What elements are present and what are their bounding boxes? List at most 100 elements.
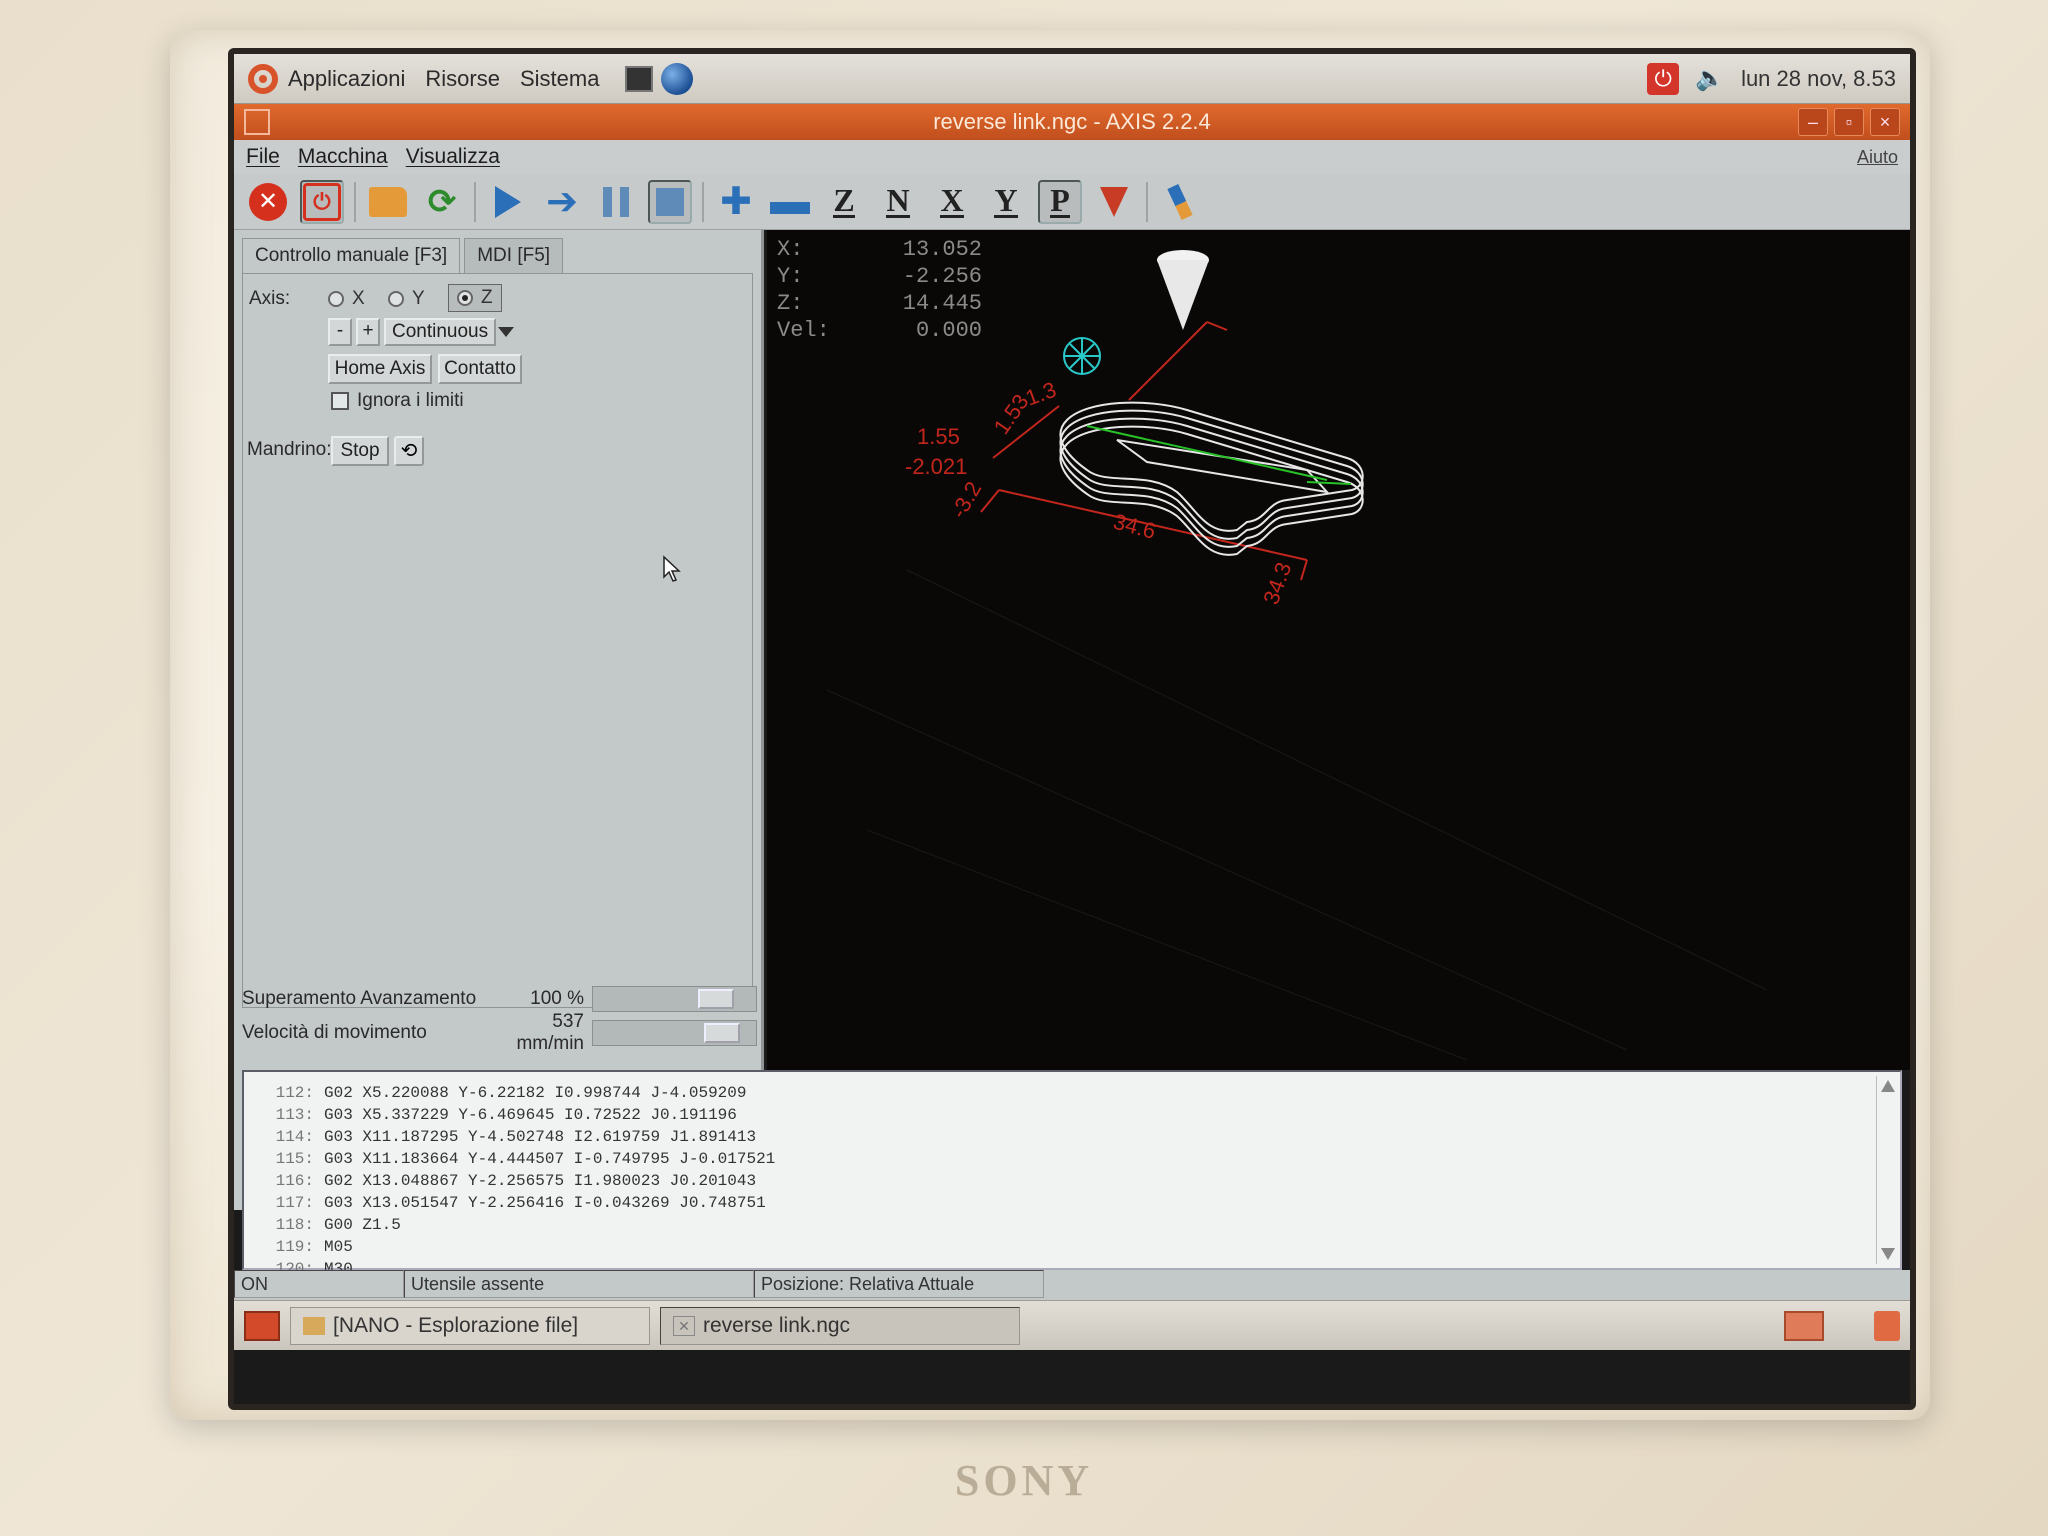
open-file-icon [369, 186, 407, 217]
slider-thumb[interactable] [698, 989, 734, 1009]
gcode-line[interactable]: 119: M05 [264, 1236, 1900, 1258]
view-z-button[interactable]: Z [822, 180, 866, 224]
folder-icon [303, 1316, 325, 1335]
gcode-listing[interactable]: 112: G02 X5.220088 Y-6.22182 I0.998744 J-… [242, 1070, 1902, 1278]
open-file-button[interactable] [366, 180, 410, 224]
home-axis-button[interactable]: Home Axis [328, 354, 432, 384]
clear-plot-button[interactable] [1158, 180, 1202, 224]
slider-thumb[interactable] [704, 1023, 740, 1043]
trash-icon[interactable] [1874, 1310, 1900, 1341]
top-panel: Applicazioni Risorse Sistema ⏻ 🔈 lun 28 … [234, 54, 1910, 104]
gcode-line-number: 119: [275, 1238, 314, 1256]
status-tool: Utensile assente [404, 1270, 754, 1298]
gcode-scrollbar[interactable] [1876, 1076, 1896, 1264]
reload-icon: ⟳ [427, 182, 457, 221]
view-y-button[interactable]: Y [984, 180, 1028, 224]
spindle-rotate-icon[interactable]: ⟲ [394, 436, 424, 466]
axis-radio-y[interactable]: Y [388, 288, 425, 310]
maximize-button[interactable]: ▫ [1834, 108, 1864, 136]
tab-mdi[interactable]: MDI [F5] [464, 238, 564, 273]
axis-x-label: X [352, 288, 365, 309]
machine-power-button[interactable]: ⏻ [300, 179, 344, 224]
ubuntu-logo-icon[interactable] [248, 63, 278, 94]
zoom-in-button[interactable]: ✚ [714, 180, 758, 224]
zoom-out-button[interactable]: ▬ [768, 179, 812, 224]
gcode-line[interactable]: 118: G00 Z1.5 [264, 1214, 1900, 1236]
gcode-line-number: 113: [275, 1106, 314, 1124]
minimize-button[interactable]: – [1798, 108, 1828, 136]
panel-menu-system[interactable]: Sistema [520, 66, 599, 92]
task-file-browser[interactable]: [NANO - Esplorazione file] [290, 1306, 650, 1345]
scroll-down-icon[interactable] [1881, 1248, 1895, 1260]
estop-icon: ✕ [249, 182, 287, 221]
pause-icon [603, 186, 629, 217]
rotate-view-button[interactable] [1092, 180, 1136, 224]
panel-menu-places[interactable]: Risorse [425, 66, 500, 92]
view-x-button[interactable]: X [930, 180, 974, 224]
window-controls: – ▫ × [1798, 108, 1900, 136]
tab-manual-control[interactable]: Controllo manuale [F3] [242, 238, 461, 273]
gcode-line[interactable]: 116: G02 X13.048867 Y-2.256575 I1.980023 … [264, 1170, 1900, 1192]
scroll-up-icon[interactable] [1881, 1080, 1895, 1092]
browser-launcher-icon[interactable] [661, 62, 694, 95]
jog-minus-button[interactable]: - [328, 318, 352, 346]
dro-z-label: Z: [777, 291, 804, 316]
gcode-line[interactable]: 117: G03 X13.051547 Y-2.256416 I-0.043269… [264, 1192, 1900, 1214]
axis-radio-x[interactable]: X [328, 288, 365, 310]
menu-view[interactable]: Visualizza [406, 145, 500, 169]
gcode-line[interactable]: 115: G03 X11.183664 Y-4.444507 I-0.749795… [264, 1148, 1900, 1170]
feed-override-slider[interactable] [592, 986, 757, 1012]
zoom-out-icon: ▬ [770, 179, 810, 223]
gcode-line-text: G03 X13.051547 Y-2.256416 I-0.043269 J0.… [324, 1194, 766, 1212]
jog-speed-value: 537 mm/min [516, 1011, 584, 1054]
estop-button[interactable]: ✕ [246, 180, 290, 224]
status-bar: ON Utensile assente Posizione: Relativa … [234, 1270, 1910, 1300]
dro-x-label: X: [777, 237, 804, 262]
panel-clock[interactable]: lun 28 nov, 8.53 [1741, 66, 1896, 92]
task-axis[interactable]: ✕ reverse link.ngc [660, 1306, 1020, 1345]
run-button[interactable] [486, 180, 530, 224]
feed-override-value: 100 % [530, 988, 584, 1009]
clear-plot-icon [1167, 183, 1193, 220]
terminal-launcher-icon[interactable] [625, 65, 654, 92]
window-menu-icon[interactable] [244, 109, 270, 135]
menu-file[interactable]: File [246, 145, 280, 169]
preview-canvas[interactable]: 1.55 -2.021 -3.2 34.6 34.3 1.53 1.3 [767, 230, 1910, 1070]
step-button[interactable]: ➔ [540, 180, 584, 224]
dro-z: Z: 14.445 [777, 290, 982, 317]
show-desktop-icon[interactable] [244, 1310, 280, 1341]
stop-button[interactable] [648, 179, 692, 224]
pause-button[interactable] [594, 180, 638, 224]
taskbar: [NANO - Esplorazione file] ✕ reverse lin… [234, 1300, 1910, 1350]
jog-mode-value: Continuous [392, 321, 489, 342]
toolbar-separator [354, 181, 356, 222]
jog-speed-slider[interactable] [592, 1020, 757, 1046]
toolpath-preview[interactable]: 1.55 -2.021 -3.2 34.6 34.3 1.53 1.3 X: 13… [767, 230, 1910, 1070]
spindle-stop-button[interactable]: Stop [331, 436, 389, 466]
jog-plus-button[interactable]: + [356, 318, 380, 346]
gcode-line[interactable]: 114: G03 X11.187295 Y-4.502748 I2.619759 … [264, 1126, 1900, 1148]
panel-menu-applications[interactable]: Applicazioni [288, 66, 405, 92]
dro-y: Y: -2.256 [777, 263, 982, 290]
dro-vel-value: 0.000 [915, 318, 982, 343]
axis-radio-z[interactable]: Z [448, 284, 502, 312]
menu-machine[interactable]: Macchina [298, 145, 388, 169]
power-icon[interactable]: ⏻ [1647, 62, 1680, 95]
task-axis-label: reverse link.ngc [703, 1313, 851, 1337]
reload-button[interactable]: ⟳ [420, 180, 464, 224]
volume-icon[interactable]: 🔈 [1695, 64, 1725, 93]
gcode-line-number: 112: [275, 1084, 314, 1102]
gcode-line-text: M05 [324, 1238, 353, 1256]
view-z2-button[interactable]: N [876, 180, 920, 224]
gcode-line[interactable]: 112: G02 X5.220088 Y-6.22182 I0.998744 J-… [264, 1082, 1900, 1104]
menu-help[interactable]: Aiuto [1857, 147, 1898, 168]
workspace-switcher[interactable] [1784, 1310, 1824, 1341]
close-button[interactable]: × [1870, 108, 1900, 136]
touch-off-button[interactable]: Contatto [438, 354, 522, 384]
view-p-button[interactable]: P [1038, 179, 1082, 224]
dro-readout: X: 13.052 Y: -2.256 Z: 14.445 Vel: 0.000 [777, 236, 982, 344]
gcode-line[interactable]: 113: G03 X5.337229 Y-6.469645 I0.72522 J0… [264, 1104, 1900, 1126]
ignore-limits-checkbox[interactable] [331, 392, 349, 410]
window-titlebar[interactable]: reverse link.ngc - AXIS 2.2.4 – ▫ × [234, 104, 1910, 140]
jog-mode-select[interactable]: Continuous [384, 318, 515, 346]
